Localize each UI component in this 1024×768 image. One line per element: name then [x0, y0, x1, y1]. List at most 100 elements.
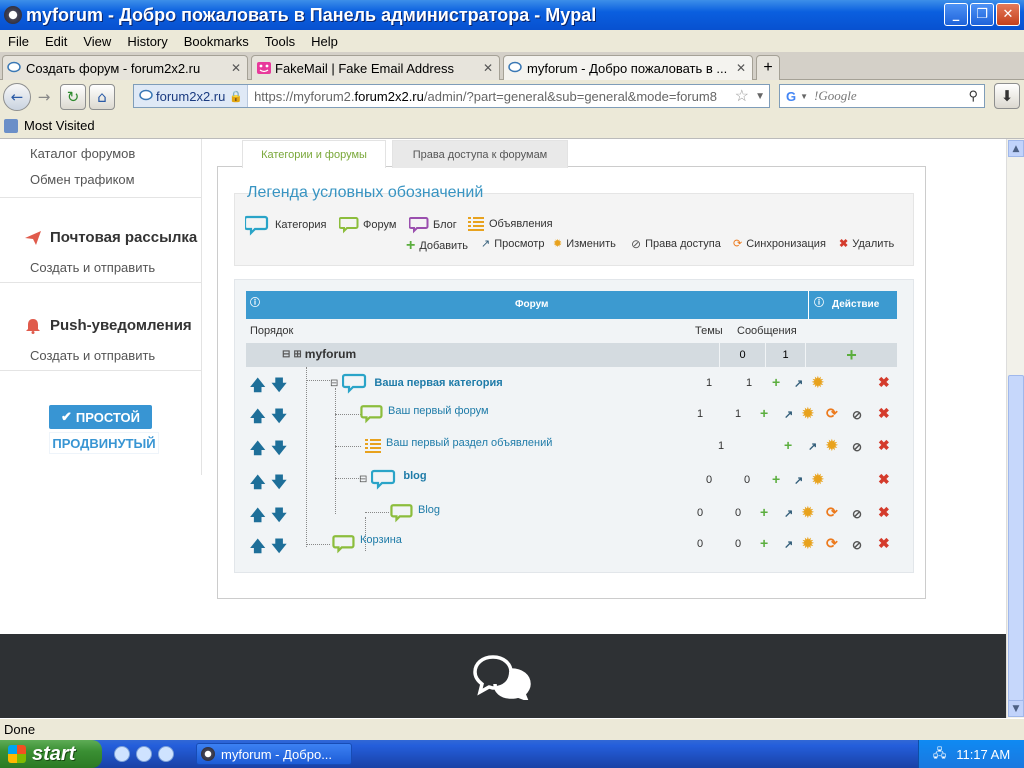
move-down-icon[interactable]: 🡇	[271, 536, 286, 561]
forum-name[interactable]: Ваш первый форум	[388, 405, 489, 417]
collapse-icon[interactable]: ⊟	[330, 378, 338, 389]
media-player-icon[interactable]	[158, 746, 174, 762]
sync-button[interactable]: ⟳	[826, 405, 838, 422]
move-down-icon[interactable]: 🡇	[271, 375, 286, 400]
edit-button[interactable]: ✹	[802, 504, 814, 521]
forum-name[interactable]: Ваш первый раздел объявлений	[386, 437, 552, 449]
browser-icon[interactable]	[136, 746, 152, 762]
move-down-icon[interactable]: 🡇	[271, 438, 286, 463]
scroll-down-icon[interactable]: ▼	[1008, 700, 1024, 717]
tab-close-icon[interactable]: ✕	[736, 61, 746, 75]
move-up-icon[interactable]: 🡅	[250, 505, 265, 530]
move-down-icon[interactable]: 🡇	[271, 505, 286, 530]
forward-button[interactable]: →	[31, 84, 57, 110]
delete-button[interactable]: ✖	[878, 535, 890, 552]
edit-button[interactable]: ✹	[812, 374, 824, 391]
tab-create-forum[interactable]: Создать форум - forum2x2.ru ✕	[2, 55, 248, 80]
add-button[interactable]: +	[760, 504, 768, 520]
site-identity[interactable]: forum2x2.ru 🔒	[134, 85, 249, 107]
add-button[interactable]: +	[760, 405, 768, 421]
sync-button[interactable]: ⟳	[826, 535, 838, 552]
advanced-mode-button[interactable]: ПРОДВИНУТЫЙ	[49, 432, 159, 454]
tab-categories-forums[interactable]: Категории и форумы	[242, 140, 386, 168]
scroll-up-icon[interactable]: ▲	[1008, 140, 1024, 157]
minimize-button[interactable]: _	[944, 3, 968, 26]
menu-edit[interactable]: Edit	[37, 34, 75, 49]
view-button[interactable]: ↗	[794, 377, 803, 390]
tab-forum-permissions[interactable]: Права доступа к форумам	[392, 140, 568, 168]
collapse-icon[interactable]: ⊟	[359, 474, 367, 485]
forum-name[interactable]: Blog	[418, 504, 440, 516]
tab-myforum[interactable]: myforum - Добро пожаловать в ... ✕	[503, 55, 753, 80]
view-button[interactable]: ↗	[794, 474, 803, 487]
add-button[interactable]: +	[760, 535, 768, 551]
reload-button[interactable]: ↻	[60, 83, 86, 110]
maximize-button[interactable]: ❐	[970, 3, 994, 26]
permissions-button[interactable]: ⊘	[852, 440, 862, 454]
sidebar-link-traffic[interactable]: Обмен трафиком	[30, 172, 135, 187]
forum-name[interactable]: blog	[403, 470, 426, 482]
forum-name[interactable]: Ваша первая категория	[374, 377, 502, 389]
menu-history[interactable]: History	[119, 34, 175, 49]
permissions-button[interactable]: ⊘	[852, 507, 862, 521]
edit-button[interactable]: ✹	[826, 437, 838, 454]
root-forum-name[interactable]: myforum	[305, 347, 356, 361]
edit-button[interactable]: ✹	[802, 405, 814, 422]
bookmark-star-icon[interactable]: ☆	[735, 86, 749, 106]
menu-bookmarks[interactable]: Bookmarks	[176, 34, 257, 49]
delete-button[interactable]: ✖	[878, 471, 890, 488]
search-engine-dropdown-icon[interactable]: ▼	[800, 92, 808, 101]
edit-button[interactable]: ✹	[802, 535, 814, 552]
add-button[interactable]: +	[772, 374, 780, 390]
simple-mode-button[interactable]: ✔ ПРОСТОЙ	[49, 405, 152, 429]
sidebar-link-catalog[interactable]: Каталог форумов	[30, 146, 135, 161]
close-button[interactable]: ✕	[996, 3, 1020, 26]
sidebar-link-mailing-create[interactable]: Создать и отправить	[30, 260, 155, 275]
vertical-scrollbar[interactable]: ▲ ▼	[1006, 139, 1024, 718]
add-button[interactable]: +	[805, 343, 897, 367]
url-bar[interactable]: forum2x2.ru 🔒 https://myforum2.forum2x2.…	[133, 84, 770, 108]
move-up-icon[interactable]: 🡅	[250, 375, 265, 400]
sync-button[interactable]: ⟳	[826, 504, 838, 521]
most-visited-link[interactable]: Most Visited	[24, 118, 95, 133]
start-button[interactable]: start	[0, 740, 102, 768]
download-button[interactable]: ⬇	[994, 83, 1020, 109]
search-icon[interactable]: ⚲	[968, 88, 978, 104]
collapse-icon[interactable]: ⊟	[282, 349, 290, 360]
delete-button[interactable]: ✖	[878, 374, 890, 391]
move-down-icon[interactable]: 🡇	[271, 406, 286, 431]
menu-tools[interactable]: Tools	[257, 34, 303, 49]
home-button[interactable]: ⌂	[89, 83, 115, 110]
sidebar-link-push-create[interactable]: Создать и отправить	[30, 348, 155, 363]
edit-button[interactable]: ✹	[812, 471, 824, 488]
url-dropdown-icon[interactable]: ▼	[755, 91, 765, 102]
expand-icon[interactable]: ⊞	[293, 349, 301, 360]
menu-file[interactable]: File	[0, 34, 37, 49]
move-up-icon[interactable]: 🡅	[250, 406, 265, 431]
delete-button[interactable]: ✖	[878, 504, 890, 521]
view-button[interactable]: ↗	[784, 408, 793, 421]
tab-close-icon[interactable]: ✕	[231, 61, 241, 75]
view-button[interactable]: ↗	[784, 538, 793, 551]
tab-close-icon[interactable]: ✕	[483, 61, 493, 75]
add-button[interactable]: +	[784, 437, 792, 453]
forum-name[interactable]: Корзина	[360, 534, 402, 546]
view-button[interactable]: ↗	[784, 507, 793, 520]
ie-icon[interactable]	[114, 746, 130, 762]
tab-fakemail[interactable]: FakeMail | Fake Email Address ✕	[251, 55, 500, 80]
permissions-button[interactable]: ⊘	[852, 538, 862, 552]
move-up-icon[interactable]: 🡅	[250, 472, 265, 497]
back-button[interactable]: ←	[3, 82, 31, 111]
move-up-icon[interactable]: 🡅	[250, 438, 265, 463]
network-icon[interactable]: 🖧	[933, 744, 946, 765]
view-button[interactable]: ↗	[808, 440, 817, 453]
permissions-button[interactable]: ⊘	[852, 408, 862, 422]
add-button[interactable]: +	[772, 471, 780, 487]
new-tab-button[interactable]: +	[756, 55, 780, 80]
move-up-icon[interactable]: 🡅	[250, 536, 265, 561]
delete-button[interactable]: ✖	[878, 437, 890, 454]
search-box[interactable]: G ▼ !Google ⚲	[779, 84, 985, 108]
delete-button[interactable]: ✖	[878, 405, 890, 422]
google-icon[interactable]: G	[786, 89, 796, 104]
move-down-icon[interactable]: 🡇	[271, 472, 286, 497]
